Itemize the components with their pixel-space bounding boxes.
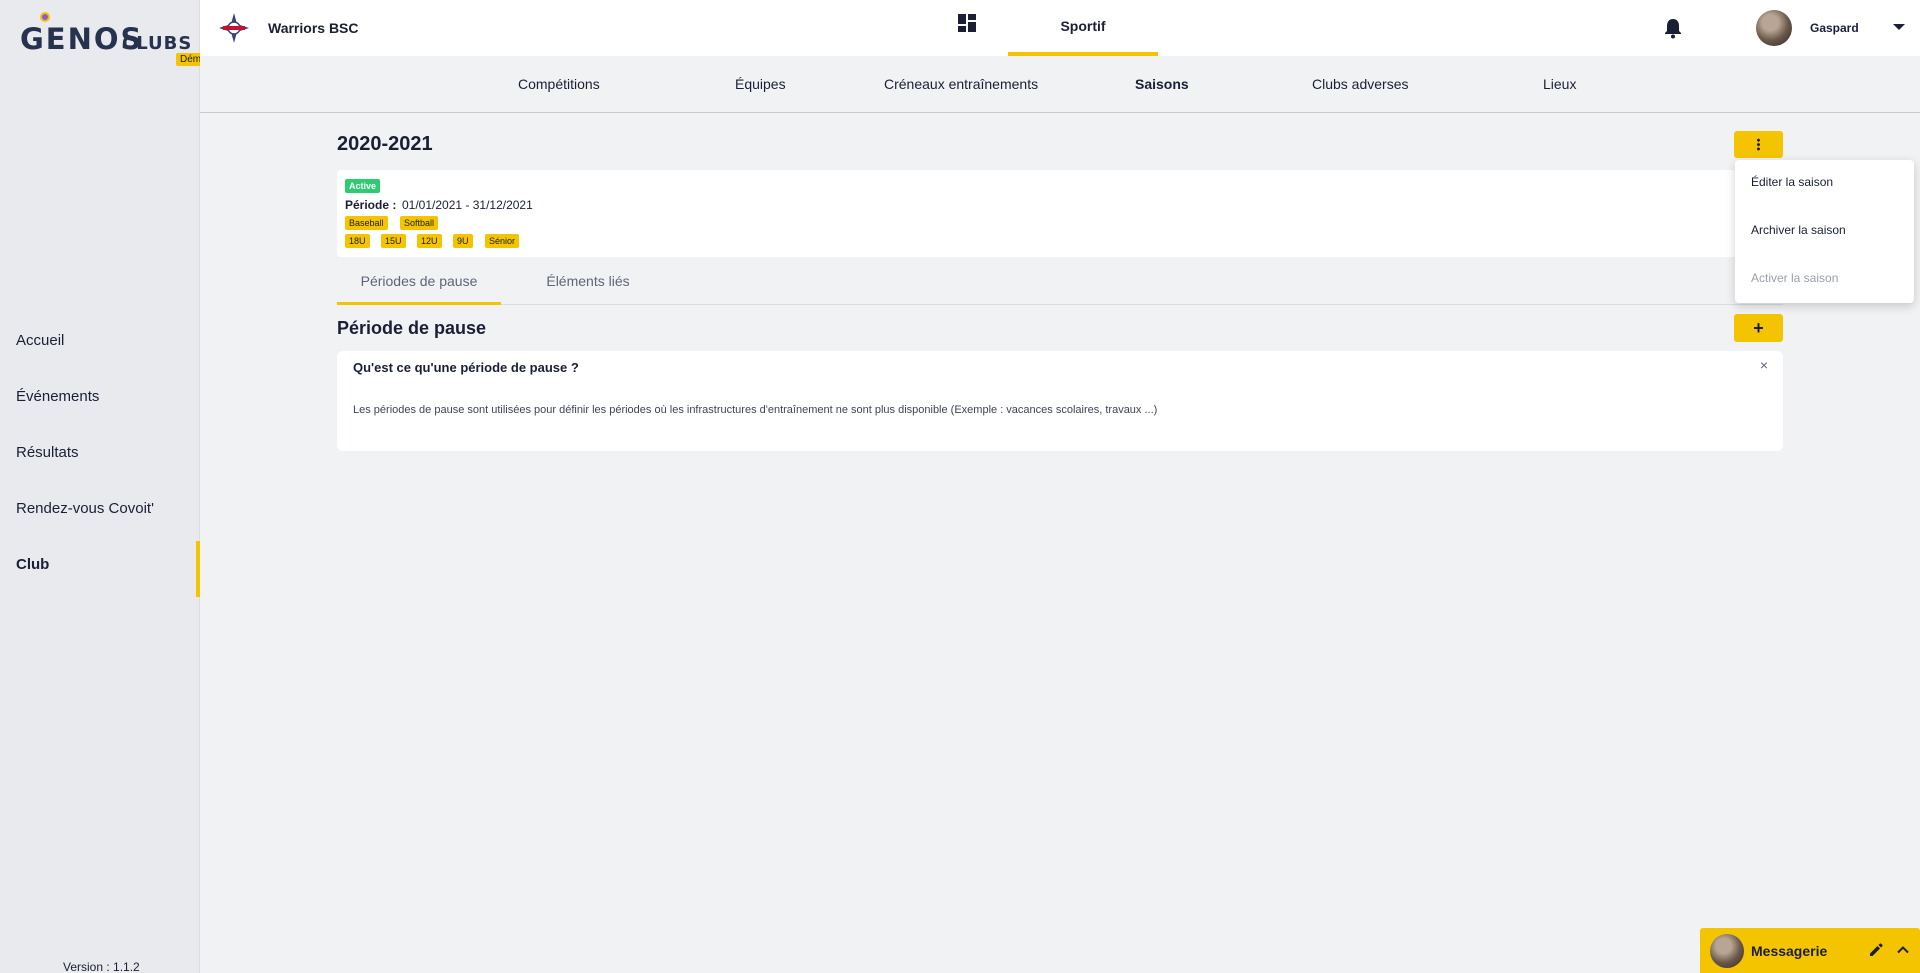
app-version: Version : 1.1.2: [63, 960, 140, 973]
close-icon[interactable]: ×: [1757, 358, 1771, 372]
menu-item-archive-season[interactable]: Archiver la saison: [1751, 223, 1846, 237]
tab-periodes-de-pause[interactable]: Périodes de pause: [337, 262, 501, 305]
menu-item-edit-season[interactable]: Éditer la saison: [1751, 175, 1833, 189]
sidebar-item-covoit[interactable]: Rendez-vous Covoit': [0, 489, 200, 545]
dashboard-icon[interactable]: [958, 14, 976, 32]
bell-icon[interactable]: [1663, 17, 1683, 39]
logo-suffix: CLUBS: [122, 33, 193, 54]
category-badge: 15U: [381, 234, 406, 248]
season-title: 2020-2021: [337, 133, 433, 155]
sidebar: GENOS CLUBS Démo Accueil Événements Résu…: [0, 0, 211, 973]
sidebar-nav: Accueil Événements Résultats Rendez-vous…: [0, 321, 200, 601]
baseball-icon: [40, 12, 50, 22]
season-tabs: Périodes de pause Éléments liés: [337, 262, 1783, 305]
season-actions-menu: Éditer la saison Archiver la saison Acti…: [1735, 160, 1914, 303]
more-vertical-icon: [1757, 138, 1760, 151]
period-value: 01/01/2021 - 31/12/2021: [402, 198, 533, 212]
section-title: Période de pause: [337, 318, 487, 338]
subnav-equipes[interactable]: Équipes: [735, 76, 786, 92]
subnav-lieux[interactable]: Lieux: [1543, 76, 1576, 92]
messenger-bar[interactable]: Messagerie: [1700, 928, 1920, 973]
help-title: Qu'est ce qu'une période de pause ?: [353, 360, 579, 375]
caret-down-icon[interactable]: [1893, 24, 1905, 30]
messenger-avatar: [1710, 934, 1744, 968]
sport-badge: Baseball: [345, 216, 388, 230]
sidebar-item-evenements[interactable]: Événements: [0, 377, 200, 433]
period-label: Période :: [345, 198, 397, 212]
subnav-saisons[interactable]: Saisons: [1135, 76, 1189, 92]
menu-item-activate-season: Activer la saison: [1751, 271, 1839, 285]
season-info-card: Active Période : 01/01/2021 - 31/12/2021…: [337, 170, 1783, 257]
top-bar: Warriors BSC Sportif Gaspard: [200, 0, 1920, 56]
club-logo-icon: [219, 13, 249, 43]
user-avatar[interactable]: [1756, 10, 1792, 46]
sidebar-item-club[interactable]: Club: [0, 541, 200, 601]
category-badge: 18U: [345, 234, 370, 248]
add-pause-button[interactable]: +: [1734, 314, 1783, 342]
season-actions-button[interactable]: [1734, 131, 1783, 158]
subnav-clubs-adverses[interactable]: Clubs adverses: [1312, 76, 1409, 92]
sidebar-item-resultats[interactable]: Résultats: [0, 433, 200, 489]
sub-navigation: Compétitions Équipes Créneaux entraîneme…: [200, 56, 1920, 113]
tab-sportif[interactable]: Sportif: [1008, 0, 1158, 56]
category-badge: Sénior: [485, 234, 520, 248]
sidebar-item-accueil[interactable]: Accueil: [0, 321, 200, 377]
sport-badge: Softball: [400, 216, 439, 230]
status-badge: Active: [345, 179, 381, 193]
category-badge: 12U: [417, 234, 442, 248]
help-card: Qu'est ce qu'une période de pause ? × Le…: [337, 351, 1783, 451]
subnav-creneaux[interactable]: Créneaux entraînements: [884, 76, 1038, 92]
help-text: Les périodes de pause sont utilisées pou…: [353, 404, 1158, 416]
category-badge: 9U: [453, 234, 473, 248]
chevron-up-icon[interactable]: [1896, 943, 1910, 957]
pencil-icon[interactable]: [1868, 942, 1884, 958]
subnav-competitions[interactable]: Compétitions: [518, 76, 600, 92]
user-name[interactable]: Gaspard: [1810, 21, 1859, 35]
messenger-label: Messagerie: [1751, 943, 1828, 959]
club-name: Warriors BSC: [268, 20, 359, 36]
tab-elements-lies[interactable]: Éléments liés: [523, 262, 653, 305]
